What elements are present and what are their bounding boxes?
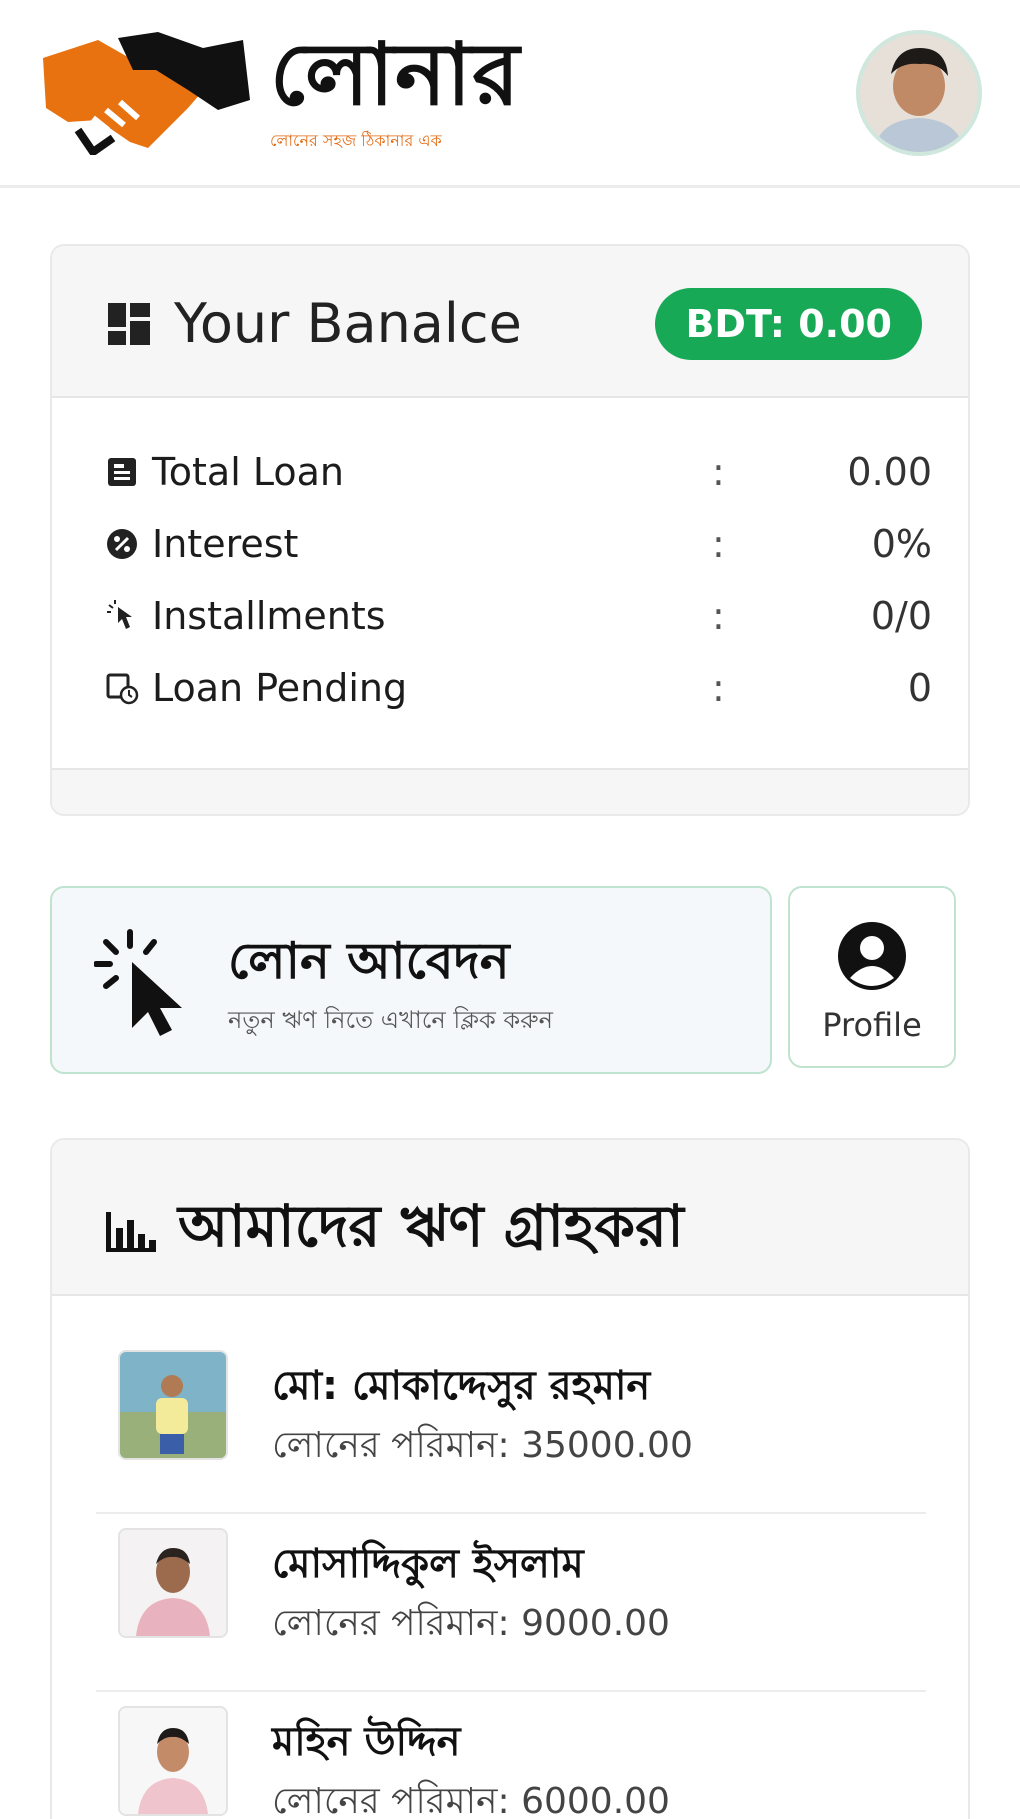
row-value: 0% xyxy=(871,522,932,566)
bar-chart-icon xyxy=(106,1211,156,1252)
borrower-name: মো: মোকাদ্দেসুর রহমান xyxy=(272,1363,651,1409)
borrower-amount: লোনের পরিমান: 9000.00 xyxy=(272,1603,670,1644)
row-colon: : xyxy=(712,666,725,710)
logo-text: লোনার xyxy=(270,25,521,125)
row-label: Total Loan xyxy=(152,450,344,494)
balance-rows: Total Loan : 0.00 Interest : 0% Installm… xyxy=(102,436,932,724)
borrowers-title: আমাদের ঋণ গ্রাহকরা xyxy=(104,1182,684,1279)
balance-badge: BDT: 0.00 xyxy=(655,288,922,360)
balance-row-interest: Interest : 0% xyxy=(102,508,932,580)
borrower-photo-icon xyxy=(120,1708,226,1814)
user-avatar[interactable] xyxy=(856,30,982,156)
borrowers-list: মো: মোকাদ্দেসুর রহমান লোনের পরিমান: 3500… xyxy=(96,1336,926,1819)
dashboard-icon xyxy=(108,302,150,345)
borrower-name: মহিন উদ্দিন xyxy=(272,1719,461,1765)
list-item[interactable]: মো: মোকাদ্দেসুর রহমান লোনের পরিমান: 3500… xyxy=(96,1336,926,1514)
balance-card: Your Banalce BDT: 0.00 Total Loan : 0.00… xyxy=(50,244,970,816)
user-circle-icon xyxy=(838,922,906,990)
row-colon: : xyxy=(712,450,725,494)
row-colon: : xyxy=(712,522,725,566)
row-colon: : xyxy=(712,594,725,638)
row-label: Interest xyxy=(152,522,299,566)
balance-title: Your Banalce xyxy=(106,292,522,355)
app-header: লোনার লোনের সহজ ঠিকানার এক xyxy=(0,0,1020,188)
borrower-photo xyxy=(118,1350,228,1460)
balance-row-installments: Installments : 0/0 xyxy=(102,580,932,652)
loan-apply-button[interactable]: লোন আবেদন নতুন ঋণ নিতে এখানে ক্লিক করুন xyxy=(50,886,772,1074)
profile-label: Profile xyxy=(822,1006,922,1044)
borrower-name: মোসাদ্দিকুল ইসলাম xyxy=(272,1541,584,1587)
logo[interactable]: লোনার লোনের সহজ ঠিকানার এক xyxy=(38,22,558,162)
row-label: Installments xyxy=(152,594,386,638)
borrower-photo xyxy=(118,1528,228,1638)
row-value: 0 xyxy=(907,666,932,710)
profile-button[interactable]: Profile xyxy=(788,886,956,1068)
borrower-photo-icon xyxy=(120,1530,226,1636)
handshake-logo-icon xyxy=(43,32,250,155)
logo-tagline: লোনের সহজ ঠিকানার এক xyxy=(270,131,442,150)
list-item[interactable]: মহিন উদ্দিন লোনের পরিমান: 6000.00 xyxy=(96,1692,926,1819)
borrower-amount: লোনের পরিমান: 35000.00 xyxy=(272,1425,693,1466)
balance-card-header: Your Banalce BDT: 0.00 xyxy=(52,246,968,398)
borrowers-card: আমাদের ঋণ গ্রাহকরা মো: মোকাদ্দেসুর রহমান… xyxy=(50,1138,970,1819)
row-label: Loan Pending xyxy=(152,666,408,710)
borrower-photo xyxy=(118,1706,228,1816)
loan-doc-icon xyxy=(102,452,142,492)
borrower-amount: লোনের পরিমান: 6000.00 xyxy=(272,1781,670,1819)
borrower-photo-icon xyxy=(120,1352,226,1458)
list-item[interactable]: মোসাদ্দিকুল ইসলাম লোনের পরিমান: 9000.00 xyxy=(96,1514,926,1692)
balance-row-total-loan: Total Loan : 0.00 xyxy=(102,436,932,508)
hand-pointer-icon xyxy=(102,596,142,636)
percent-icon xyxy=(102,524,142,564)
borrowers-title-text: আমাদের ঋণ গ্রাহকরা xyxy=(178,1192,684,1260)
loan-apply-subtitle: নতুন ঋণ নিতে এখানে ক্লিক করুন xyxy=(228,1006,553,1034)
row-value: 0.00 xyxy=(847,450,932,494)
loan-apply-title: লোন আবেদন xyxy=(228,932,510,990)
row-value: 0/0 xyxy=(870,594,932,638)
balance-card-footer xyxy=(52,768,968,814)
borrowers-card-header: আমাদের ঋণ গ্রাহকরা xyxy=(52,1140,968,1296)
balance-row-loan-pending: Loan Pending : 0 xyxy=(102,652,932,724)
click-cursor-icon xyxy=(94,929,182,1036)
pending-icon xyxy=(102,668,142,708)
avatar-photo-icon xyxy=(860,34,978,152)
balance-title-text: Your Banalce xyxy=(174,292,522,355)
